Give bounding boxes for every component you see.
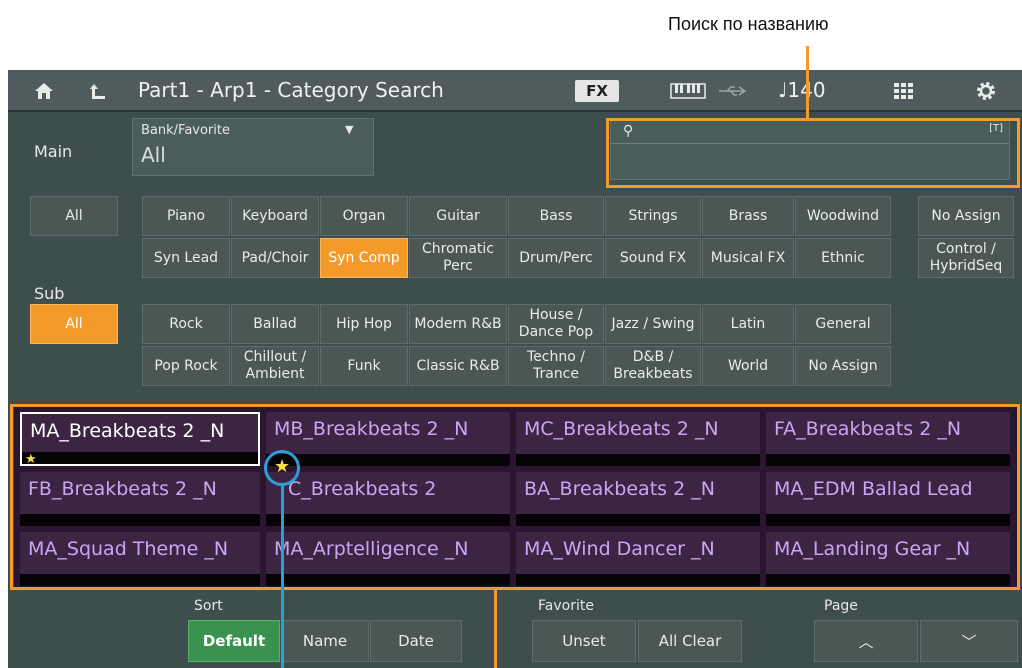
sub-cat-dnb-breakbeats[interactable]: D&B / Breakbeats [605, 346, 701, 386]
callout-star-icon: ★ [274, 456, 291, 477]
sub-cat-hip-hop[interactable]: Hip Hop [320, 304, 408, 344]
main-cat-syn-comp[interactable]: Syn Comp [320, 238, 408, 278]
sub-cat-rock[interactable]: Rock [142, 304, 230, 344]
sub-cat-classic-rnb[interactable]: Classic R&B [409, 346, 507, 386]
sub-cat-house-dance-pop[interactable]: House / Dance Pop [508, 304, 604, 344]
sub-cat-funk[interactable]: Funk [320, 346, 408, 386]
tempo-display: ♩140 [778, 78, 826, 102]
bank-favorite-value: All [141, 143, 166, 167]
sort-label: Sort [194, 598, 223, 614]
sub-all-button[interactable]: All [30, 304, 118, 344]
back-arrow-icon[interactable] [84, 79, 112, 103]
page-up-button[interactable]: ︿ [814, 620, 918, 662]
bank-favorite-label: Bank/Favorite [141, 123, 230, 138]
main-cat-control-hybridseq[interactable]: Control / HybridSeq [918, 238, 1014, 278]
sub-cat-modern-rnb[interactable]: Modern R&B [409, 304, 507, 344]
main-cat-musical-fx[interactable]: Musical FX [702, 238, 794, 278]
main-cat-keyboard[interactable]: Keyboard [231, 196, 319, 236]
main-cat-pad-choir[interactable]: Pad/Choir [231, 238, 319, 278]
main-cat-guitar[interactable]: Guitar [409, 196, 507, 236]
sort-name-button[interactable]: Name [281, 620, 369, 662]
main-cat-no-assign[interactable]: No Assign [918, 196, 1014, 236]
sub-cat-ballad[interactable]: Ballad [231, 304, 319, 344]
main-cat-woodwind[interactable]: Woodwind [795, 196, 891, 236]
chevron-up-icon: ︿ [858, 632, 874, 651]
main-cat-chromatic-perc[interactable]: Chromatic Perc [409, 238, 507, 278]
sort-default-button[interactable]: Default [188, 620, 280, 662]
favorite-label: Favorite [538, 598, 594, 614]
main-cat-piano[interactable]: Piano [142, 196, 230, 236]
title-bar: Part1 - Arp1 - Category Search FX ♩140 [8, 70, 1022, 112]
fx-badge: FX [575, 80, 619, 102]
page-title: Part1 - Arp1 - Category Search [138, 78, 444, 102]
main-cat-sound-fx[interactable]: Sound FX [605, 238, 701, 278]
main-cat-drum-perc[interactable]: Drum/Perc [508, 238, 604, 278]
usb-icon [716, 79, 750, 103]
main-cat-organ[interactable]: Organ [320, 196, 408, 236]
sub-cat-pop-rock[interactable]: Pop Rock [142, 346, 230, 386]
bank-favorite-selector[interactable]: Bank/Favorite ▼ All [132, 118, 374, 176]
sub-cat-jazz-swing[interactable]: Jazz / Swing [605, 304, 701, 344]
favorite-unset-button[interactable]: Unset [532, 620, 636, 662]
main-all-button[interactable]: All [30, 196, 118, 236]
main-cat-brass[interactable]: Brass [702, 196, 794, 236]
main-cat-strings[interactable]: Strings [605, 196, 701, 236]
grid-icon[interactable] [890, 79, 918, 103]
sub-cat-techno-trance[interactable]: Techno / Trance [508, 346, 604, 386]
sub-cat-world[interactable]: World [702, 346, 794, 386]
annotation-frame-results [10, 404, 1020, 590]
dropdown-arrow-icon: ▼ [345, 123, 354, 136]
page-down-button[interactable]: ﹀ [920, 620, 1018, 662]
sub-cat-general[interactable]: General [795, 304, 891, 344]
annotation-callout-line [281, 486, 284, 668]
home-icon[interactable] [30, 79, 58, 103]
main-cat-syn-lead[interactable]: Syn Lead [142, 238, 230, 278]
favorite-all-clear-button[interactable]: All Clear [638, 620, 742, 662]
chevron-down-icon: ﹀ [961, 632, 977, 651]
annotation-connector-results [494, 590, 497, 668]
keyboard-icon [668, 79, 708, 103]
main-cat-bass[interactable]: Bass [508, 196, 604, 236]
main-cat-ethnic[interactable]: Ethnic [795, 238, 891, 278]
annotation-connector [806, 46, 809, 120]
annotation-frame-search [606, 118, 1020, 188]
sub-cat-chillout-ambient[interactable]: Chillout / Ambient [231, 346, 319, 386]
gear-icon[interactable] [972, 79, 1000, 103]
sub-cat-no-assign[interactable]: No Assign [795, 346, 891, 386]
main-label: Main [34, 142, 73, 161]
annotation-label: Поиск по названию [668, 14, 829, 34]
sort-date-button[interactable]: Date [370, 620, 462, 662]
sub-label: Sub [34, 284, 65, 303]
page-label: Page [824, 598, 858, 614]
sub-cat-latin[interactable]: Latin [702, 304, 794, 344]
bottom-controls: Sort Default Name Date Favorite Unset Al… [8, 590, 1022, 668]
